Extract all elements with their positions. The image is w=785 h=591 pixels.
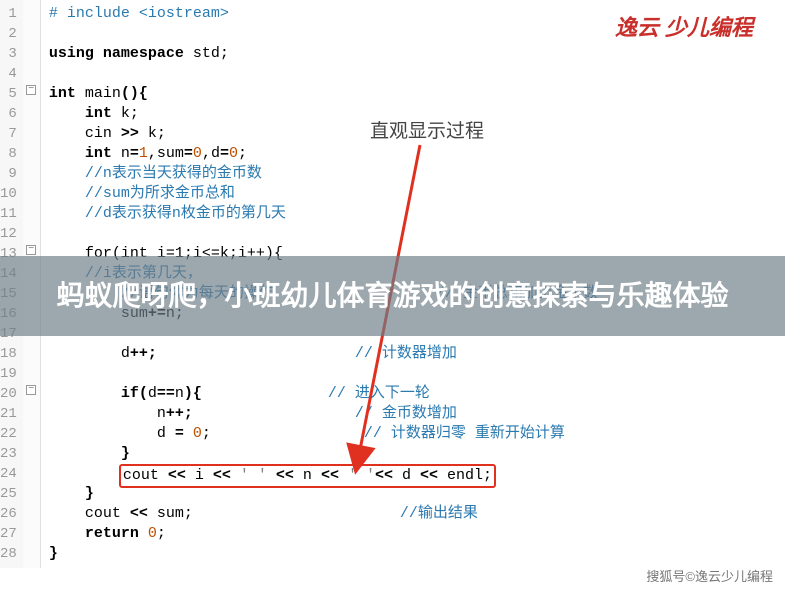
source-attribution: 搜狐号©逸云少儿编程 <box>646 566 773 585</box>
fold-toggle-icon[interactable]: − <box>23 80 40 100</box>
fold-toggle-icon[interactable]: − <box>23 380 40 400</box>
overlay-title: 蚂蚁爬呀爬，小班幼儿体育游戏的创意探索与乐趣体验 <box>0 256 785 336</box>
annotation-label: 直观显示过程 <box>370 116 484 143</box>
brand-logo: 逸云 少儿编程 <box>615 10 753 42</box>
highlighted-code: cout << i << ' ' << n << ' '<< d << endl… <box>119 464 496 488</box>
